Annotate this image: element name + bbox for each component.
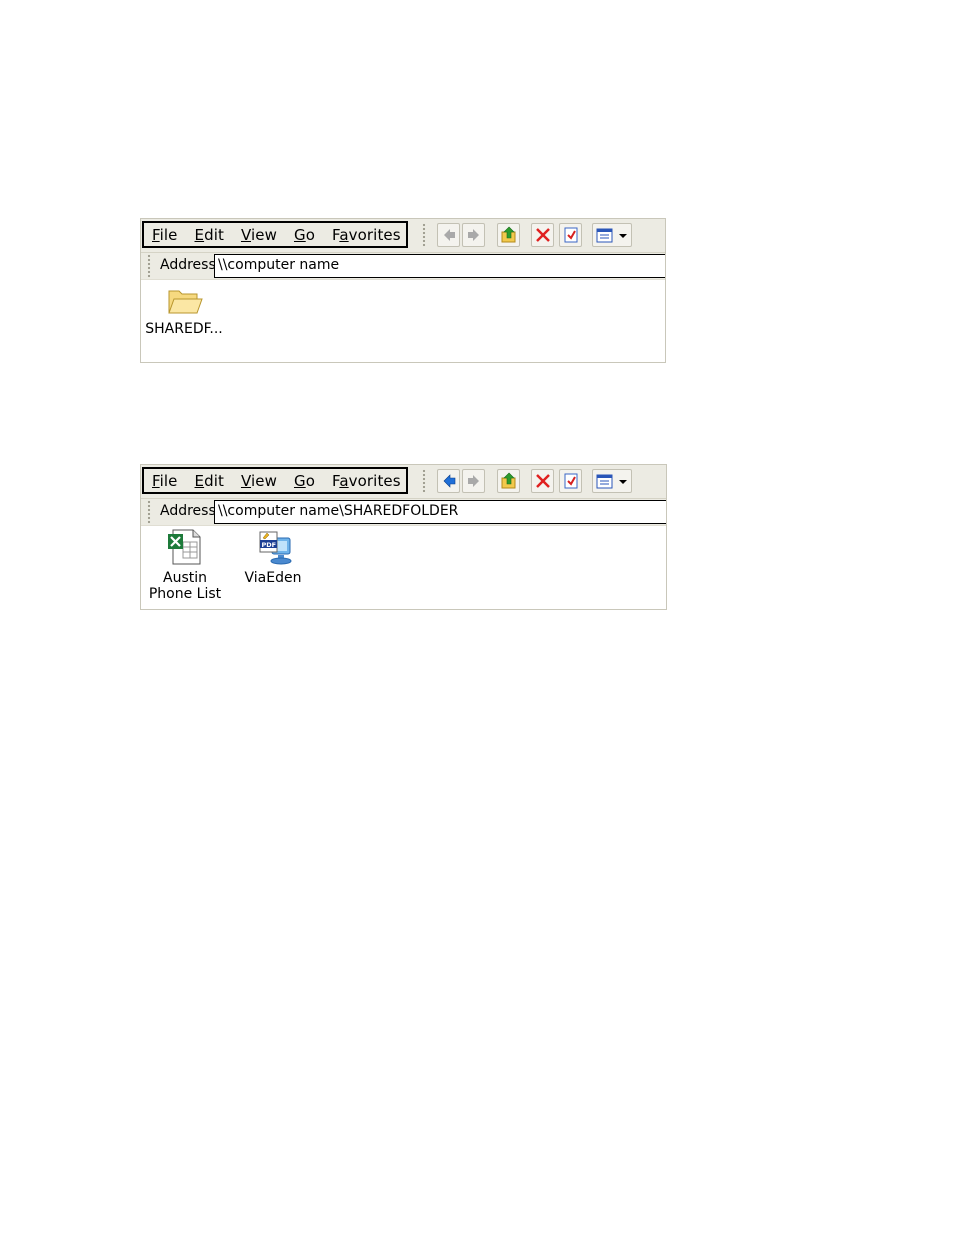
stop-button[interactable] — [531, 469, 554, 493]
list-item[interactable]: Austin Phone List — [139, 528, 231, 602]
menu-view[interactable]: View — [241, 226, 277, 244]
menu-bar: File Edit View Go Favorites — [142, 221, 408, 248]
address-bar: Address \\computer name — [141, 253, 665, 280]
stop-icon — [536, 474, 550, 488]
view-menu-icon — [596, 474, 627, 489]
views-button[interactable] — [592, 469, 632, 493]
item-label: ViaEden — [244, 570, 302, 586]
item-label: SHAREDF... — [145, 321, 223, 337]
explorer-window-sharedfolder: File Edit View Go Favorites Address \\co… — [140, 464, 667, 610]
address-label: Address — [160, 257, 216, 273]
folder-icon — [168, 290, 203, 314]
menu-favorites[interactable]: Favorites — [332, 226, 401, 244]
toolbar-grip[interactable] — [422, 223, 426, 247]
favorites-check-icon — [564, 473, 578, 489]
pdf-network-icon: PDF — [259, 531, 292, 565]
up-folder-button[interactable] — [497, 223, 520, 247]
command-bar: File Edit View Go Favorites — [141, 219, 665, 253]
forward-button[interactable] — [462, 223, 485, 247]
favorites-button[interactable] — [559, 223, 582, 247]
menu-edit[interactable]: Edit — [195, 226, 224, 244]
views-button[interactable] — [592, 223, 632, 247]
menu-go[interactable]: Go — [294, 472, 315, 490]
up-folder-button[interactable] — [497, 469, 520, 493]
menu-bar: File Edit View Go Favorites — [142, 467, 408, 494]
command-bar: File Edit View Go Favorites — [141, 465, 666, 499]
forward-button[interactable] — [462, 469, 485, 493]
explorer-window-computer: File Edit View Go Favorites Address \\co… — [140, 218, 666, 363]
back-button[interactable] — [437, 223, 460, 247]
menu-file[interactable]: File — [152, 472, 178, 490]
address-grip[interactable] — [147, 254, 151, 278]
forward-arrow-icon — [468, 229, 479, 241]
address-label: Address — [160, 503, 216, 519]
svg-text:PDF: PDF — [262, 541, 277, 549]
favorites-button[interactable] — [559, 469, 582, 493]
back-button[interactable] — [437, 469, 460, 493]
item-label: Austin Phone List — [148, 570, 222, 602]
back-arrow-icon — [444, 229, 455, 241]
address-input[interactable]: \\computer name — [214, 254, 665, 278]
favorites-check-icon — [564, 227, 578, 243]
address-grip[interactable] — [147, 500, 151, 524]
stop-icon — [536, 228, 550, 242]
file-view: Austin Phone List PDF ViaEden — [141, 526, 666, 609]
menu-favorites[interactable]: Favorites — [332, 472, 401, 490]
file-view: SHAREDF... — [141, 280, 665, 362]
list-item[interactable]: SHAREDF... — [138, 285, 230, 337]
menu-edit[interactable]: Edit — [195, 472, 224, 490]
stop-button[interactable] — [531, 223, 554, 247]
forward-arrow-icon — [468, 475, 479, 487]
view-menu-icon — [596, 228, 627, 243]
back-arrow-icon — [443, 474, 456, 488]
excel-file-icon — [168, 529, 201, 565]
address-input[interactable]: \\computer name\SHAREDFOLDER — [214, 500, 666, 524]
menu-file[interactable]: File — [152, 226, 178, 244]
up-folder-icon — [501, 226, 516, 243]
toolbar-grip[interactable] — [422, 469, 426, 493]
list-item[interactable]: PDF ViaEden — [227, 528, 319, 586]
menu-view[interactable]: View — [241, 472, 277, 490]
up-folder-icon — [501, 472, 516, 489]
menu-go[interactable]: Go — [294, 226, 315, 244]
address-bar: Address \\computer name\SHAREDFOLDER — [141, 499, 666, 526]
